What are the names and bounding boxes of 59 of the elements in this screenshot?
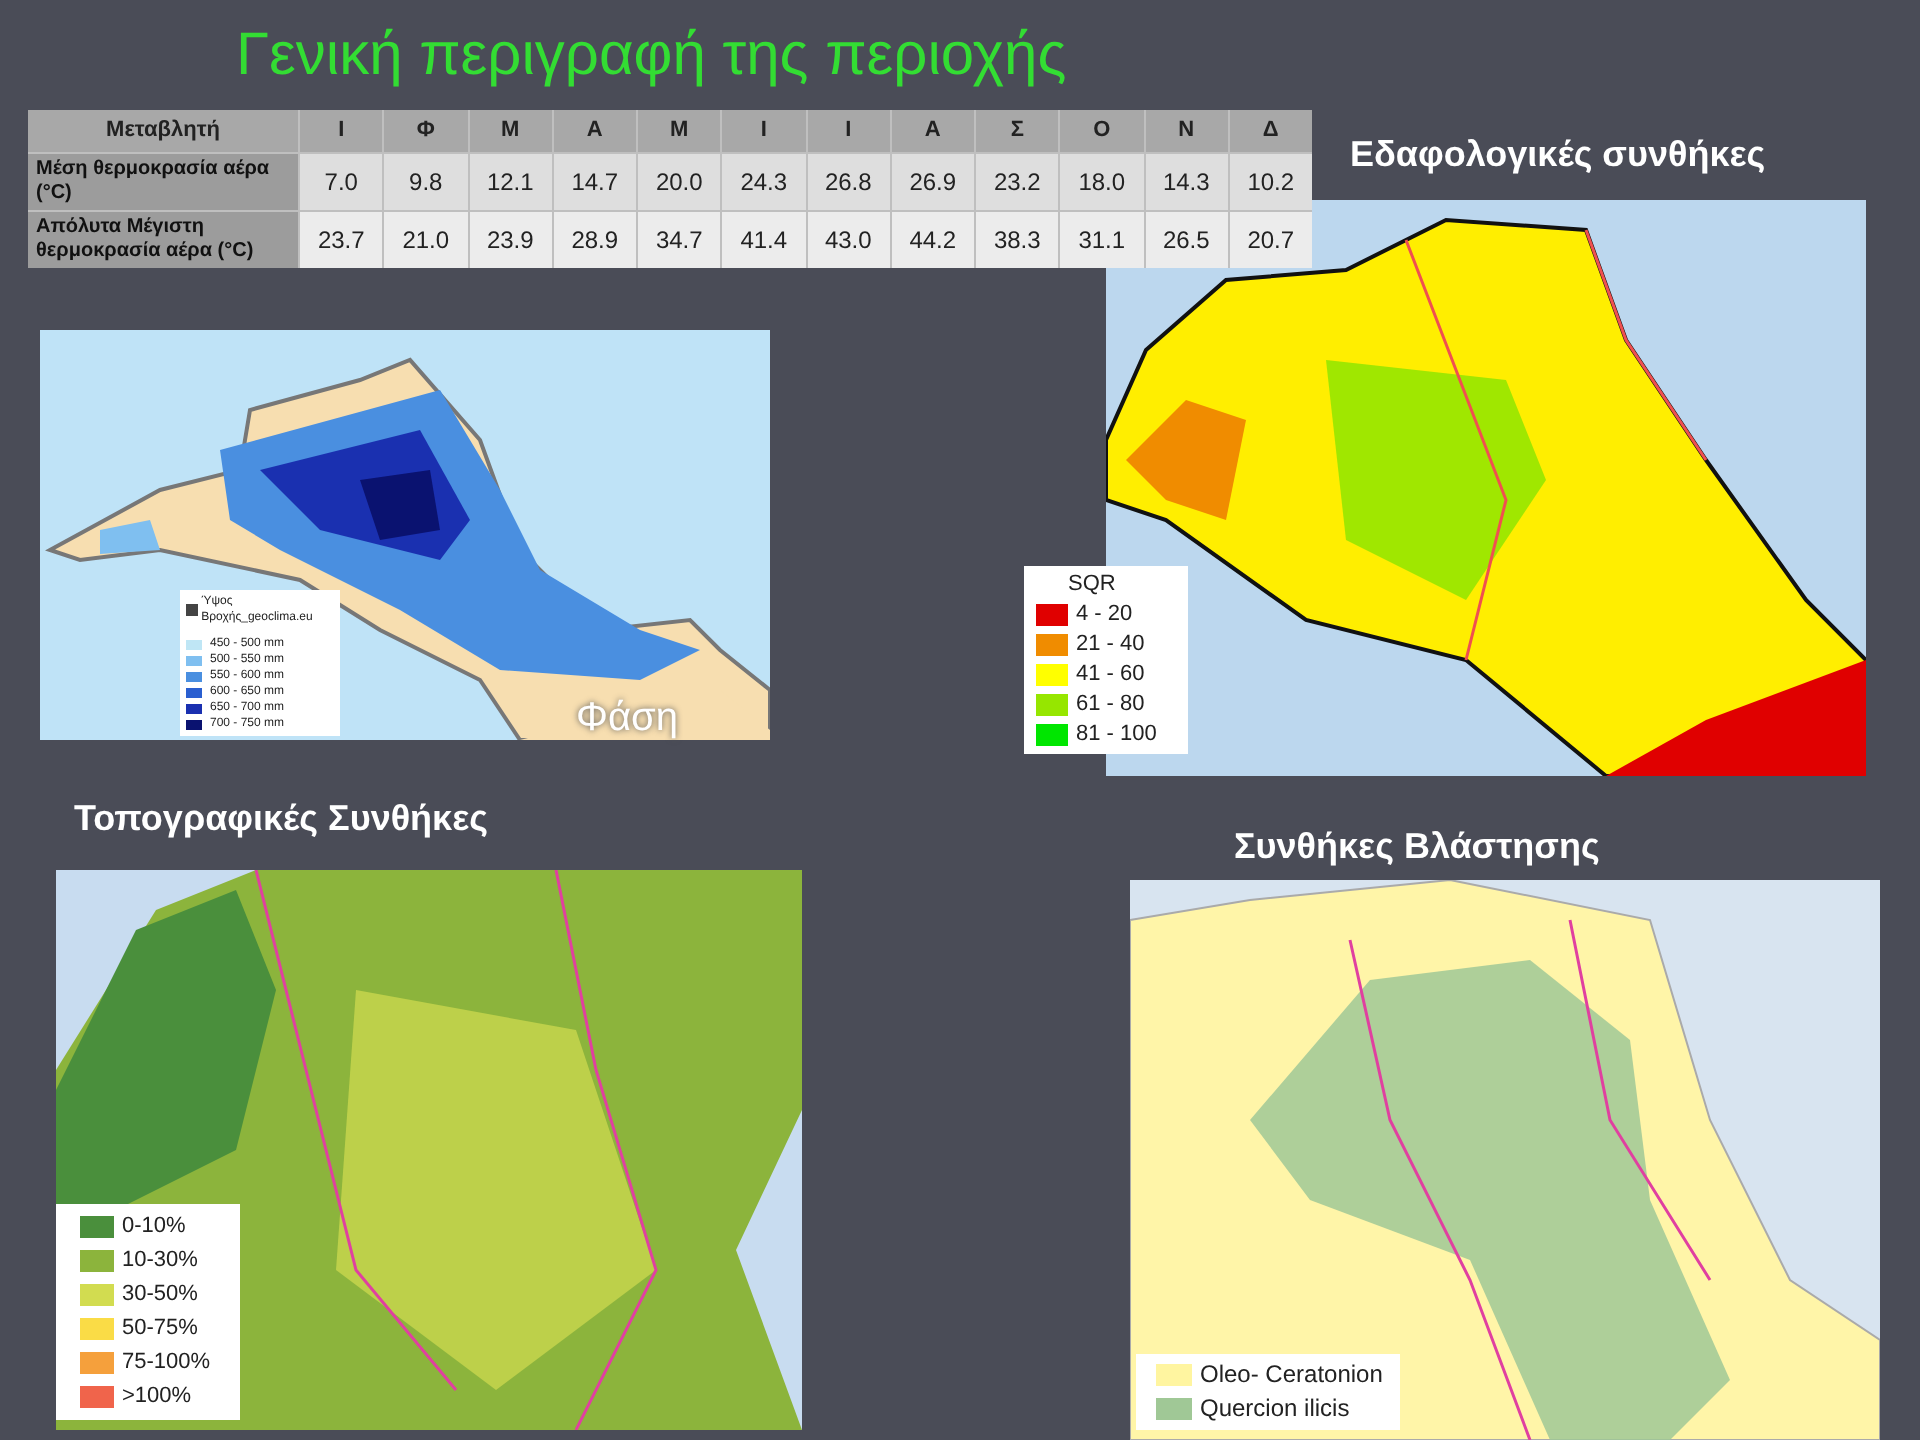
legend-label: Quercion ilicis <box>1200 1392 1350 1426</box>
table-cell: 24.3 <box>722 154 805 210</box>
table-cell: 43.0 <box>807 212 890 268</box>
overlay-text: Φάση <box>576 696 678 740</box>
table-cell: 20.0 <box>638 154 721 210</box>
table-cell: 14.3 <box>1145 154 1228 210</box>
column-header: Δ <box>1229 110 1312 152</box>
table-cell: 9.8 <box>384 154 467 210</box>
legend-title: SQR <box>1066 570 1116 600</box>
column-header: Ι <box>807 110 890 152</box>
legend-label: 41 - 60 <box>1076 660 1145 690</box>
table-cell: 44.2 <box>891 212 974 268</box>
legend-label: 21 - 40 <box>1076 630 1145 660</box>
checkbox[interactable] <box>186 604 198 616</box>
table-cell: 41.4 <box>722 212 805 268</box>
table-cell: 7.0 <box>300 154 383 210</box>
legend-label: 81 - 100 <box>1076 720 1157 750</box>
section-heading: Τοπογραφικές Συνθήκες <box>74 796 488 842</box>
column-header: Φ <box>384 110 467 152</box>
legend-label: 50-75% <box>122 1314 198 1344</box>
table-cell: 23.7 <box>300 212 383 268</box>
table-cell: 26.5 <box>1145 212 1228 268</box>
column-header: Σ <box>976 110 1059 152</box>
column-header: Μ <box>638 110 721 152</box>
table-cell: 10.2 <box>1229 154 1312 210</box>
table-cell: 31.1 <box>1060 212 1143 268</box>
table-cell: 20.7 <box>1229 212 1312 268</box>
legend-label: Oleo- Ceratonion <box>1200 1358 1383 1392</box>
table-cell: 18.0 <box>1060 154 1143 210</box>
legend-label: 10-30% <box>122 1246 198 1276</box>
legend-label: 75-100% <box>122 1348 211 1378</box>
legend-label: 4 - 20 <box>1076 600 1133 630</box>
legend-label: 61 - 80 <box>1076 690 1145 720</box>
column-header: Μ <box>469 110 552 152</box>
table-cell: 21.0 <box>384 212 467 268</box>
table-cell: 26.9 <box>891 154 974 210</box>
section-heading: Συνθήκες Βλάστησης <box>1234 824 1600 870</box>
column-header: Ν <box>1145 110 1228 152</box>
column-header: Ο <box>1060 110 1143 152</box>
table-cell: 23.2 <box>976 154 1059 210</box>
column-header: Α <box>891 110 974 152</box>
column-header: Ι <box>300 110 383 152</box>
table-cell: 12.1 <box>469 154 552 210</box>
section-heading: Εδαφολογικές συνθήκες <box>1350 132 1766 178</box>
table-cell: 34.7 <box>638 212 721 268</box>
table-cell: 28.9 <box>553 212 636 268</box>
table-cell: 38.3 <box>976 212 1059 268</box>
table-cell: 23.9 <box>469 212 552 268</box>
column-header: Μεταβλητή <box>28 110 298 152</box>
column-header: Ι <box>722 110 805 152</box>
legend-label: 30-50% <box>122 1280 198 1310</box>
row-label: Απόλυτα Μέγιστη θερμοκρασία αέρα (°C) <box>28 212 298 268</box>
legend-label: >100% <box>122 1382 192 1412</box>
legend-label: 0-10% <box>122 1212 186 1242</box>
table-cell: 14.7 <box>553 154 636 210</box>
row-label: Μέση θερμοκρασία αέρα (°C) <box>28 154 298 210</box>
slide-title: Γενική περιγραφή της περιοχής <box>236 20 1067 92</box>
table-cell: 26.8 <box>807 154 890 210</box>
column-header: Α <box>553 110 636 152</box>
